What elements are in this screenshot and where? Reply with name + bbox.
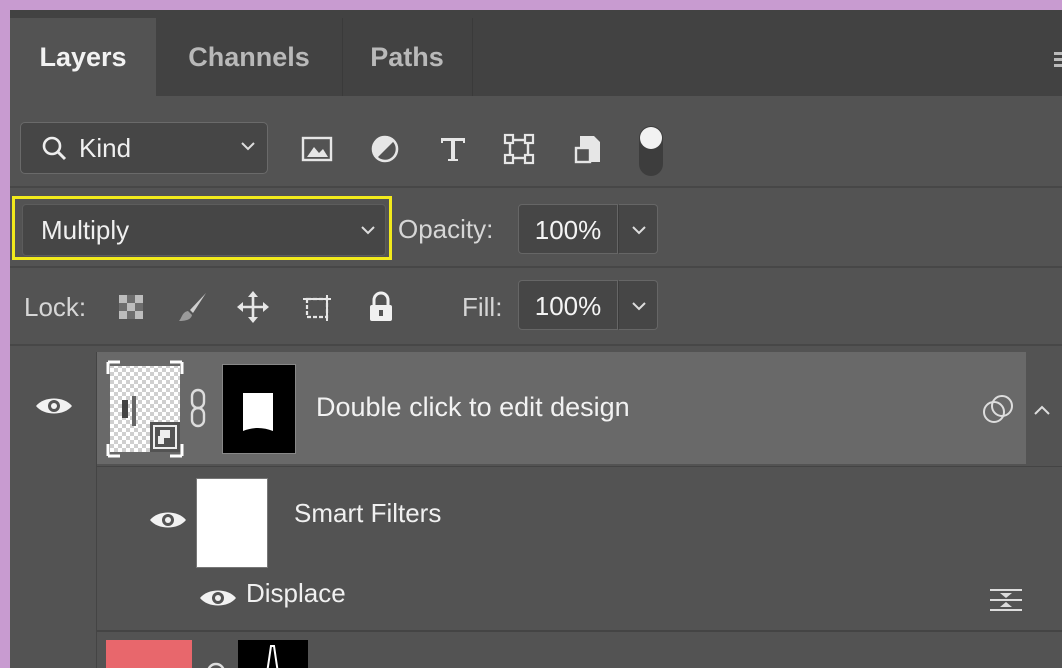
lock-label: Lock: xyxy=(24,292,87,322)
lock-artboard-icon[interactable] xyxy=(300,290,334,324)
divider xyxy=(10,266,1062,268)
fill-dropdown-button[interactable] xyxy=(618,280,658,330)
visibility-eye-icon[interactable] xyxy=(34,394,74,418)
visibility-eye-icon[interactable] xyxy=(198,586,238,610)
search-icon xyxy=(42,136,67,161)
chevron-down-icon xyxy=(632,302,646,311)
chain-link-icon[interactable] xyxy=(188,388,208,428)
highlight-box xyxy=(12,196,392,260)
filter-kind-select[interactable]: Kind xyxy=(20,122,268,174)
filter-toggle-icon[interactable] xyxy=(636,122,666,180)
filter-kind-label: Kind xyxy=(79,133,132,163)
panel-menu-icon[interactable] xyxy=(1054,52,1062,70)
tab-paths[interactable]: Paths xyxy=(342,18,473,96)
lock-image-pixels-icon[interactable] xyxy=(176,290,210,324)
smart-object-thumbnail[interactable] xyxy=(106,360,184,458)
chevron-down-icon xyxy=(241,142,255,151)
displace-filter-label[interactable]: Displace xyxy=(246,578,346,609)
divider xyxy=(96,352,97,668)
layer-thumbnail[interactable] xyxy=(106,640,192,668)
fill-input[interactable]: 100% xyxy=(518,280,618,330)
chevron-up-icon[interactable] xyxy=(1032,400,1052,420)
tab-bar: Layers Channels Paths xyxy=(10,10,1062,96)
adjustment-filter-icon[interactable] xyxy=(368,132,402,166)
chevron-down-icon xyxy=(632,226,646,235)
type-filter-icon[interactable] xyxy=(436,132,470,166)
image-filter-icon[interactable] xyxy=(300,132,334,166)
smart-filter-icon[interactable] xyxy=(980,392,1016,428)
divider xyxy=(10,344,1062,346)
mask-shape xyxy=(243,393,273,431)
smart-object-filter-icon[interactable] xyxy=(572,132,606,166)
tab-channels[interactable]: Channels xyxy=(156,18,343,96)
link-icon xyxy=(207,662,225,668)
lock-position-icon[interactable] xyxy=(236,290,270,324)
tab-layers[interactable]: Layers xyxy=(10,18,156,96)
layer-mask-thumbnail[interactable] xyxy=(238,640,308,668)
divider xyxy=(10,186,1062,188)
filter-blending-options-icon[interactable] xyxy=(986,584,1026,616)
opacity-input[interactable]: 100% xyxy=(518,204,618,254)
layer-name[interactable]: Double click to edit design xyxy=(316,392,630,423)
smart-filters-mask-thumbnail[interactable] xyxy=(196,478,268,568)
smart-filters-label[interactable]: Smart Filters xyxy=(294,498,441,529)
opacity-label: Opacity: xyxy=(398,214,494,244)
shape-filter-icon[interactable] xyxy=(502,132,536,166)
mask-shape xyxy=(266,645,279,668)
visibility-eye-icon[interactable] xyxy=(148,508,188,532)
layers-panel: Layers Channels Paths Kind Multiply Opac… xyxy=(10,10,1062,668)
lock-all-icon[interactable] xyxy=(364,290,398,324)
opacity-dropdown-button[interactable] xyxy=(618,204,658,254)
layer-mask-thumbnail[interactable] xyxy=(222,364,296,454)
lock-transparent-pixels-icon[interactable] xyxy=(114,290,148,324)
fill-label: Fill: xyxy=(462,292,503,322)
